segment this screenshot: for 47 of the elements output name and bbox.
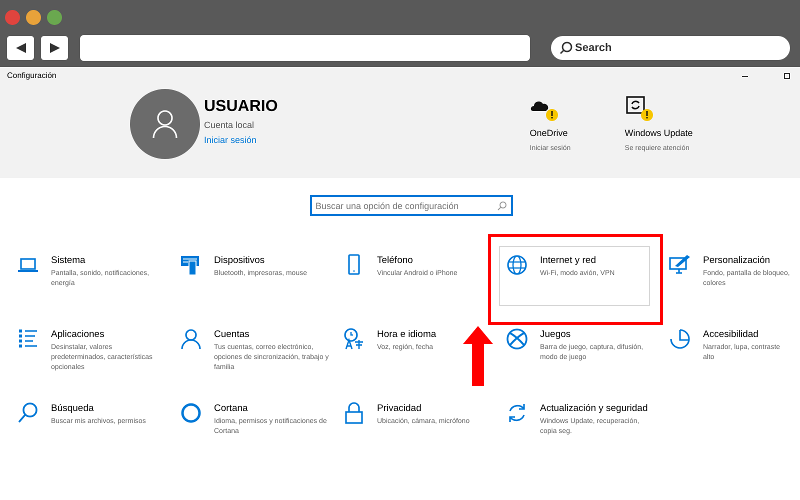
category-title: Búsqueda xyxy=(51,402,95,415)
minimize-button[interactable] xyxy=(26,10,41,24)
category-title: Juegos xyxy=(540,328,572,341)
sync-icon xyxy=(506,402,528,424)
category-title: Internet y red xyxy=(540,254,597,267)
back-icon xyxy=(14,42,26,54)
forward-icon xyxy=(48,42,60,54)
category-title: Actualización y seguridad xyxy=(540,402,649,415)
update-icon xyxy=(626,96,645,114)
arrow-drawing xyxy=(463,326,493,386)
globe-icon xyxy=(506,254,528,276)
category-title: Sistema xyxy=(51,254,86,267)
search-icon xyxy=(17,402,39,424)
status-title[interactable]: Windows Update xyxy=(624,127,690,140)
search-icon xyxy=(559,41,573,55)
status-title[interactable]: OneDrive xyxy=(530,127,595,140)
search-input[interactable]: Buscar una opción de configuración xyxy=(316,197,496,214)
person-icon xyxy=(180,328,202,350)
search-icon xyxy=(496,200,506,210)
pen-monitor-icon xyxy=(669,254,691,276)
settings-search-field[interactable]: Buscar una opción de configuración xyxy=(310,195,512,216)
cloud-icon xyxy=(530,102,548,111)
category-title: Hora e idioma xyxy=(377,328,436,341)
sign-in-link[interactable]: Iniciar sesión xyxy=(204,134,278,147)
forward-button[interactable] xyxy=(41,36,68,60)
category-title: Personalización xyxy=(703,254,772,267)
window-title: Configuración xyxy=(7,70,56,82)
address-field[interactable] xyxy=(80,35,530,61)
category-title: Privacidad xyxy=(377,402,422,415)
list-icon xyxy=(17,328,39,350)
person-icon xyxy=(152,109,178,139)
category-title: Dispositivos xyxy=(214,254,266,267)
account-type: Cuenta local xyxy=(204,119,256,132)
user-name: USUARIO xyxy=(204,97,278,117)
lock-icon xyxy=(343,402,365,424)
back-button[interactable] xyxy=(7,36,34,60)
category-title: Cuentas xyxy=(214,328,250,341)
accessibility-icon xyxy=(669,328,691,350)
category-title: Teléfono xyxy=(377,254,414,267)
clock-language-icon xyxy=(343,328,365,350)
zoom-button[interactable] xyxy=(47,10,62,24)
restore-icon[interactable] xyxy=(784,73,790,79)
category-title: Aplicaciones xyxy=(51,328,106,341)
category-title: Accesibilidad xyxy=(703,328,760,341)
category-title: Cortana xyxy=(214,402,249,415)
keyboard-icon xyxy=(180,254,202,276)
ring-icon xyxy=(180,402,202,424)
